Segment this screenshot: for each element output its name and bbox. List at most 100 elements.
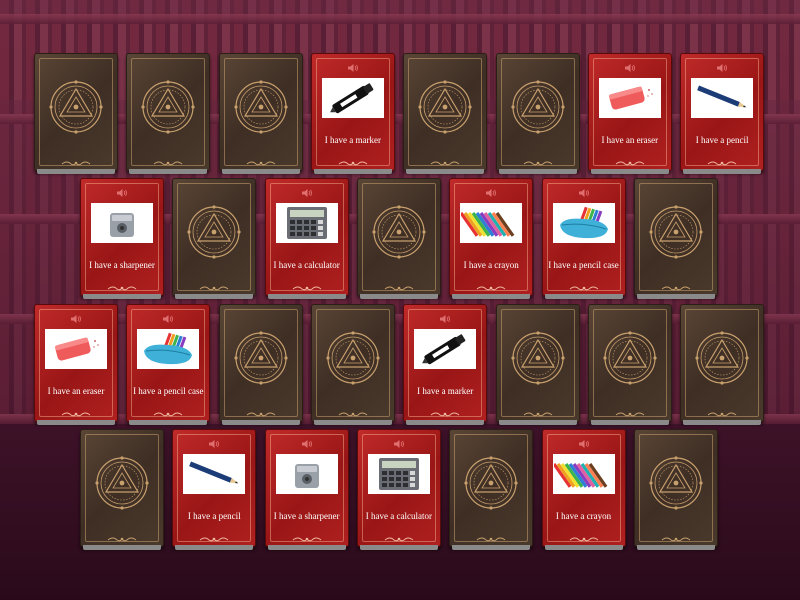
card-hidden[interactable] bbox=[403, 53, 488, 174]
item-picture bbox=[414, 329, 477, 369]
card-hidden[interactable] bbox=[680, 304, 765, 425]
audio-button[interactable] bbox=[347, 60, 359, 73]
audio-button[interactable] bbox=[578, 185, 590, 198]
flourish-icon bbox=[292, 286, 321, 291]
flourish-icon bbox=[661, 286, 691, 291]
flourish-icon bbox=[430, 412, 460, 417]
audio-button[interactable] bbox=[624, 60, 636, 73]
flourish-icon bbox=[384, 537, 414, 542]
card-calculator[interactable]: I have a calculator bbox=[356, 429, 441, 550]
audio-button[interactable] bbox=[393, 436, 405, 449]
card-hidden[interactable] bbox=[310, 304, 395, 425]
emblem-icon bbox=[649, 456, 703, 510]
item-picture bbox=[691, 78, 754, 118]
speaker-icon[interactable] bbox=[578, 188, 590, 198]
flourish bbox=[338, 405, 368, 417]
speaker-icon[interactable] bbox=[347, 63, 359, 73]
card-back-emblem bbox=[186, 204, 242, 260]
card-pencil[interactable]: I have a pencil bbox=[680, 53, 765, 174]
speaker-icon[interactable] bbox=[301, 188, 313, 198]
speaker-icon[interactable] bbox=[301, 439, 313, 449]
card-calculator[interactable]: I have a calculator bbox=[264, 178, 349, 299]
audio-button[interactable] bbox=[70, 311, 82, 324]
card-caption: I have a crayon bbox=[555, 511, 612, 521]
audio-button[interactable] bbox=[578, 436, 590, 449]
card-crayon[interactable]: I have a crayon bbox=[541, 429, 626, 550]
audio-button[interactable] bbox=[485, 185, 497, 198]
speaker-icon[interactable] bbox=[439, 314, 451, 324]
card-sharpener[interactable]: I have a sharpener bbox=[264, 429, 349, 550]
card-back-emblem bbox=[371, 204, 427, 260]
card-hidden[interactable] bbox=[80, 429, 164, 550]
card-caption: I have a marker bbox=[417, 386, 474, 396]
speaker-icon[interactable] bbox=[162, 314, 174, 324]
marker-icon bbox=[329, 83, 374, 114]
card-hidden[interactable] bbox=[126, 53, 211, 174]
card-caption: I have a pencil case bbox=[548, 260, 619, 270]
flourish-icon bbox=[107, 537, 137, 542]
shelf-plank bbox=[0, 14, 800, 24]
card-pencil-case[interactable]: I have a pencil case bbox=[126, 304, 211, 425]
flourish bbox=[199, 279, 229, 291]
card-marker[interactable]: I have a marker bbox=[403, 304, 488, 425]
speaker-icon[interactable] bbox=[624, 63, 636, 73]
card-pencil-case[interactable]: I have a pencil case bbox=[541, 178, 626, 299]
card-caption: I have a pencil bbox=[187, 511, 241, 521]
speaker-icon[interactable] bbox=[70, 314, 82, 324]
item-picture bbox=[552, 203, 615, 243]
speaker-icon[interactable] bbox=[393, 439, 405, 449]
card-caption: I have a pencil case bbox=[133, 386, 204, 396]
item-picture bbox=[552, 454, 615, 494]
card-hidden[interactable] bbox=[218, 53, 303, 174]
emblem-icon bbox=[95, 456, 149, 510]
card-back-emblem bbox=[417, 79, 473, 135]
flourish-icon bbox=[523, 412, 552, 417]
card-hidden[interactable] bbox=[449, 429, 534, 550]
card-caption: I have an eraser bbox=[47, 386, 105, 396]
speaker-icon[interactable] bbox=[578, 439, 590, 449]
audio-button[interactable] bbox=[301, 185, 313, 198]
card-hidden[interactable] bbox=[587, 304, 672, 425]
flourish bbox=[430, 154, 460, 166]
card-caption: I have a sharpener bbox=[273, 511, 340, 521]
audio-button[interactable] bbox=[116, 185, 128, 198]
pencil-icon bbox=[697, 85, 747, 108]
flourish bbox=[246, 405, 276, 417]
card-hidden[interactable] bbox=[172, 178, 257, 299]
card-hidden[interactable] bbox=[218, 304, 303, 425]
audio-button[interactable] bbox=[716, 60, 728, 73]
audio-button[interactable] bbox=[162, 311, 174, 324]
speaker-icon[interactable] bbox=[116, 188, 128, 198]
audio-button[interactable] bbox=[301, 436, 313, 449]
card-back-emblem bbox=[602, 330, 658, 386]
speaker-icon[interactable] bbox=[716, 63, 728, 73]
flourish bbox=[523, 405, 553, 417]
emblem-icon bbox=[695, 331, 749, 385]
speaker-icon[interactable] bbox=[208, 439, 220, 449]
flourish-icon bbox=[384, 286, 414, 291]
card-hidden[interactable] bbox=[633, 429, 718, 550]
card-hidden[interactable] bbox=[633, 178, 718, 299]
card-marker[interactable]: I have a marker bbox=[310, 53, 395, 174]
card-sharpener[interactable]: I have a sharpener bbox=[80, 178, 164, 299]
speaker-icon[interactable] bbox=[485, 188, 497, 198]
emblem-icon bbox=[510, 331, 565, 385]
card-eraser[interactable]: I have an eraser bbox=[587, 53, 672, 174]
flourish bbox=[707, 405, 737, 417]
audio-button[interactable] bbox=[208, 436, 220, 449]
card-hidden[interactable] bbox=[34, 53, 118, 174]
emblem-icon bbox=[510, 80, 565, 134]
emblem-icon bbox=[464, 456, 518, 510]
card-back-emblem bbox=[510, 79, 566, 135]
flourish-icon bbox=[569, 537, 598, 542]
flourish bbox=[615, 405, 645, 417]
audio-button[interactable] bbox=[439, 311, 451, 324]
card-caption: I have a calculator bbox=[273, 260, 340, 270]
card-eraser[interactable]: I have an eraser bbox=[34, 304, 118, 425]
card-hidden[interactable] bbox=[356, 178, 441, 299]
flourish-icon bbox=[199, 537, 229, 542]
card-hidden[interactable] bbox=[495, 304, 580, 425]
card-pencil[interactable]: I have a pencil bbox=[172, 429, 257, 550]
card-hidden[interactable] bbox=[495, 53, 580, 174]
card-crayon[interactable]: I have a crayon bbox=[449, 178, 534, 299]
